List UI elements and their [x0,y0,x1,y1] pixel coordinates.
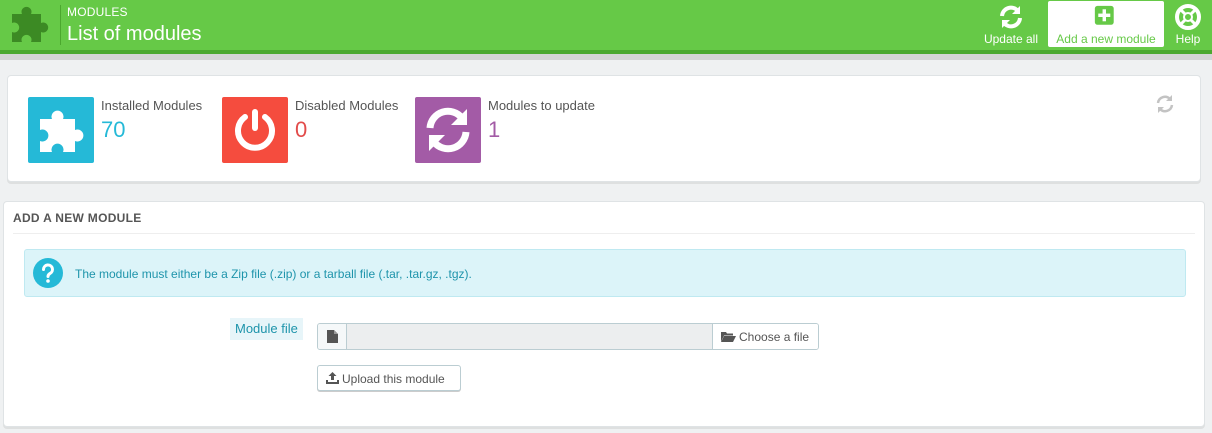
add-module-button[interactable]: Add a new module [1048,1,1164,47]
file-addon [318,324,347,349]
choose-file-label: Choose a file [739,330,810,344]
panel-heading: ADD A NEW MODULE [13,211,142,225]
add-module-panel: ADD A NEW MODULE The module must either … [3,201,1205,427]
kpi-label: Modules to update [488,98,595,113]
breadcrumb[interactable]: MODULES [67,5,128,19]
kpi-value: 0 [295,117,308,142]
upload-module-button[interactable]: Upload this module [317,365,461,391]
help-label: Help [1175,32,1201,46]
module-file-label: Module file [230,318,303,340]
kpi-value: 70 [101,117,126,142]
page-header: MODULES List of modules Update all Add a… [0,0,1212,50]
kpi-label: Disabled Modules [295,98,399,113]
header-shadow [0,54,1212,60]
page-title: List of modules [67,23,202,45]
kpi-label: Installed Modules [101,98,203,113]
upload-module-label: Upload this module [342,372,445,386]
divider [13,233,1195,234]
refresh-icon[interactable] [1155,94,1175,114]
add-module-label: Add a new module [1056,32,1156,46]
puzzle-icon [28,97,94,163]
alert-text: The module must either be a Zip file (.z… [75,267,472,281]
update-all-button[interactable]: Update all [980,1,1042,47]
refresh-icon [415,97,481,163]
kpi-value: 1 [488,117,501,142]
update-all-label: Update all [983,32,1039,46]
header-divider [60,5,61,45]
choose-file-button[interactable]: Choose a file [712,324,818,349]
folder-open-icon [721,332,736,342]
puzzle-icon [12,6,49,43]
upload-icon [326,372,339,384]
file-icon [327,330,338,343]
file-path-input[interactable] [348,324,712,349]
help-button[interactable]: Help [1168,1,1208,47]
kpi-panel: Installed Modules 70 Disabled Modules 0 … [7,75,1201,182]
module-file-field: Choose a file [317,323,819,350]
question-icon [33,258,63,288]
info-alert: The module must either be a Zip file (.z… [24,249,1186,297]
plus-icon [1094,5,1114,25]
power-icon [222,97,288,163]
refresh-icon [1000,5,1022,29]
lifebuoy-icon [1175,4,1201,30]
